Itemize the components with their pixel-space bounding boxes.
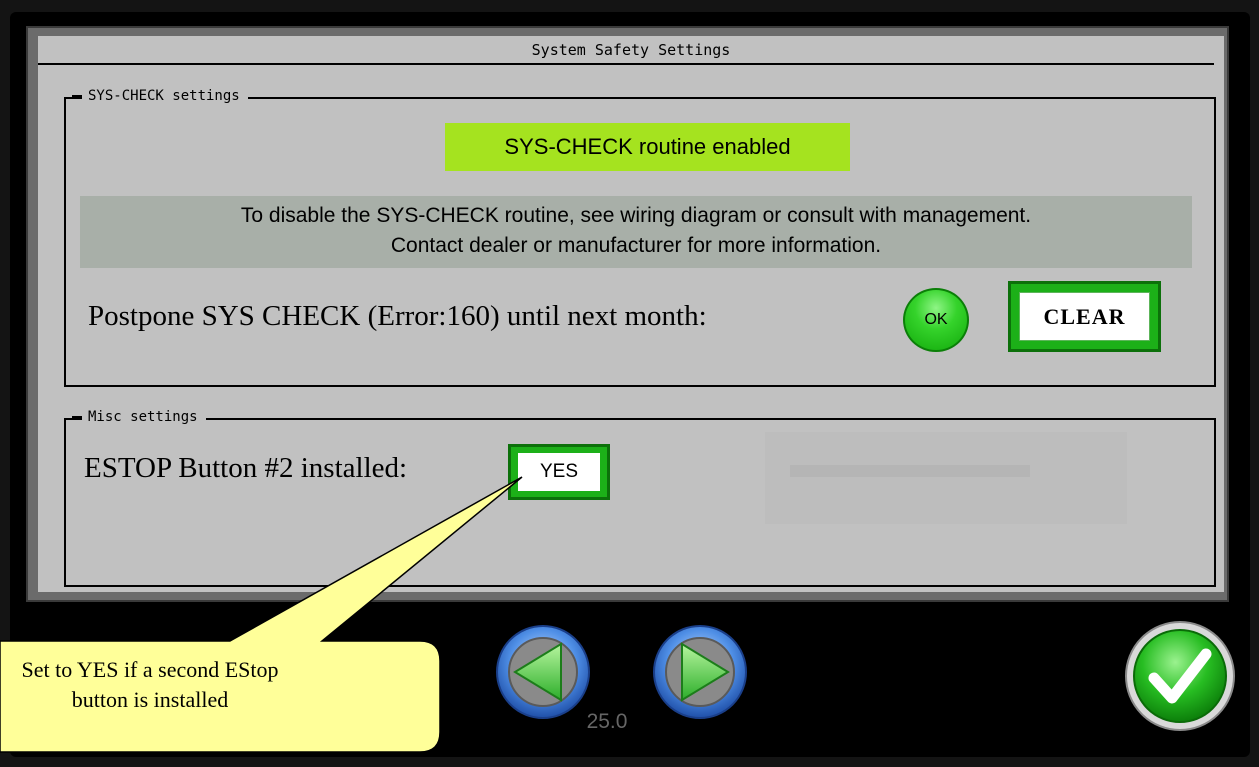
page-title: System Safety Settings xyxy=(531,41,731,59)
next-page-button[interactable] xyxy=(652,620,748,724)
hidden-setting-text xyxy=(790,465,1030,477)
postpone-label: Postpone SYS CHECK (Error:160) until nex… xyxy=(88,300,707,332)
clear-button-label: CLEAR xyxy=(1019,292,1150,341)
hidden-setting-placeholder xyxy=(765,432,1127,524)
misc-group-legend: Misc settings xyxy=(72,408,206,426)
estop-yes-label: YES xyxy=(518,453,600,491)
callout-text: Set to YES if a second EStop button is i… xyxy=(0,655,300,715)
syscheck-info-note: To disable the SYS-CHECK routine, see wi… xyxy=(80,196,1192,268)
clear-button[interactable]: CLEAR xyxy=(1008,281,1161,352)
callout-line-1: Set to YES if a second EStop xyxy=(21,657,279,682)
syscheck-status-badge: SYS-CHECK routine enabled xyxy=(445,123,850,171)
ok-button-label: OK xyxy=(924,311,948,328)
info-line-2: Contact dealer or manufacturer for more … xyxy=(390,234,882,257)
estop-yes-toggle[interactable]: YES xyxy=(508,444,610,500)
syscheck-group-legend: SYS-CHECK settings xyxy=(72,87,248,105)
callout-line-2: button is installed xyxy=(71,687,229,712)
estop-label: ESTOP Button #2 installed: xyxy=(84,452,408,484)
previous-page-button[interactable] xyxy=(495,620,591,724)
ok-button[interactable]: OK xyxy=(903,288,969,352)
version-label: 25.0 xyxy=(586,710,628,733)
confirm-button[interactable] xyxy=(1122,618,1238,734)
info-line-1: To disable the SYS-CHECK routine, see wi… xyxy=(240,204,1032,227)
title-divider xyxy=(38,63,1214,65)
